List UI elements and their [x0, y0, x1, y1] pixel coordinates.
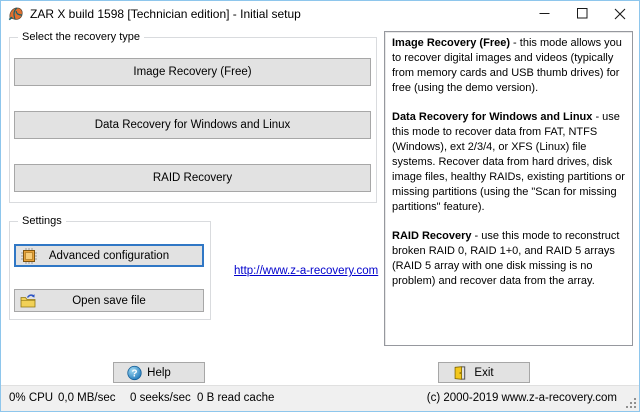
maximize-icon	[577, 8, 588, 19]
info-paragraph-title: Image Recovery (Free)	[392, 37, 510, 49]
question-circle-icon: ?	[127, 365, 142, 380]
window-title: ZAR X build 1598 [Technician edition] - …	[30, 7, 301, 21]
status-bar: 0% CPU 0,0 MB/sec 0 seeks/sec 0 B read c…	[1, 385, 639, 411]
info-paragraph-title: Data Recovery for Windows and Linux	[392, 111, 592, 123]
raid-recovery-button[interactable]: RAID Recovery	[14, 164, 371, 192]
status-read-cache: 0 B read cache	[197, 386, 274, 411]
zar-window: ZAR X build 1598 [Technician edition] - …	[0, 0, 640, 412]
image-recovery-button[interactable]: Image Recovery (Free)	[14, 58, 371, 86]
minimize-icon	[539, 8, 550, 19]
website-link[interactable]: http://www.z-a-recovery.com	[234, 265, 378, 277]
info-panel: Image Recovery (Free) - this mode allows…	[384, 31, 633, 346]
svg-text:?: ?	[131, 368, 137, 379]
advanced-configuration-button[interactable]: Advanced configuration	[14, 244, 204, 267]
status-seeks: 0 seeks/sec	[130, 386, 191, 411]
advanced-configuration-label: Advanced configuration	[49, 250, 169, 262]
folder-open-icon	[20, 293, 36, 309]
data-recovery-button[interactable]: Data Recovery for Windows and Linux	[14, 111, 371, 139]
minimize-button[interactable]	[525, 1, 563, 26]
status-copyright: (c) 2000-2019 www.z-a-recovery.com	[427, 386, 617, 411]
exit-label: Exit	[474, 367, 493, 379]
app-icon	[8, 6, 24, 22]
info-paragraph: RAID Recovery - use this mode to reconst…	[392, 229, 626, 289]
status-throughput: 0,0 MB/sec	[58, 386, 116, 411]
maximize-button[interactable]	[563, 1, 601, 26]
status-cpu: 0% CPU	[9, 386, 53, 411]
settings-group-label: Settings	[18, 215, 66, 228]
title-bar: ZAR X build 1598 [Technician edition] - …	[1, 1, 639, 26]
window-controls	[525, 1, 639, 26]
info-paragraph: Data Recovery for Windows and Linux - us…	[392, 110, 626, 215]
resize-grip[interactable]	[625, 397, 637, 409]
info-paragraph-title: RAID Recovery	[392, 230, 471, 242]
close-icon	[614, 8, 626, 20]
help-label: Help	[147, 367, 171, 379]
recovery-type-group-label: Select the recovery type	[18, 31, 144, 44]
info-paragraph-body: - use this mode to recover data from FAT…	[392, 111, 625, 213]
close-button[interactable]	[601, 1, 639, 26]
info-paragraph: Image Recovery (Free) - this mode allows…	[392, 36, 626, 96]
open-save-file-label: Open save file	[72, 295, 146, 307]
help-button[interactable]: ? Help	[113, 362, 205, 383]
door-exit-icon	[452, 365, 467, 380]
open-save-file-button[interactable]: Open save file	[14, 289, 204, 312]
chip-icon	[21, 248, 37, 264]
exit-button[interactable]: Exit	[438, 362, 530, 383]
